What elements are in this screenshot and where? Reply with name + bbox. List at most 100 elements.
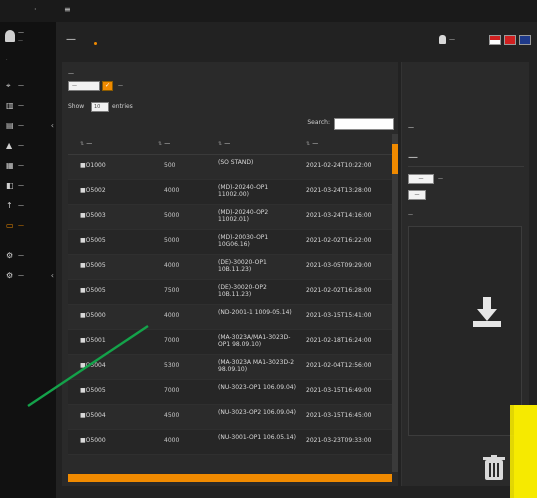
cell-modified: 2021-03-15T16:45:00 [306, 412, 372, 419]
table-scrollbar[interactable] [392, 134, 398, 472]
cell-content: (MD)-20030-OP1 10G06.16) [218, 234, 269, 248]
sidebar-item-6[interactable]: ↑ — [0, 196, 56, 216]
nav-group-label-primary: · [6, 57, 8, 63]
cell-name: ■O5000 [80, 312, 106, 319]
download-icon [473, 297, 501, 327]
report-icon: ▦ [6, 161, 14, 170]
table-row[interactable]: ■O5005 5000 (MD)-20030-OP1 10G06.16) 202… [68, 230, 392, 255]
sidebar: — — · · ⌖ — ▥ — ▤ — ‹ ▲ — ▦ — ◧ — ↑ — ▭ … [0, 22, 56, 498]
scroll-thumb[interactable] [68, 474, 392, 482]
sidebar-item-8[interactable]: ⚙ — [0, 246, 56, 266]
dropzone[interactable] [408, 226, 522, 436]
cell-content: (MD)-20240-OP2 11002.01) [218, 209, 269, 223]
cell-size: 5000 [164, 237, 180, 244]
table-row[interactable]: ■O5004 5300 (MA-3023A MA1-3023D-2 98.09.… [68, 355, 392, 380]
sidebar-item-0[interactable]: ⌖ — [0, 76, 56, 96]
table-row[interactable]: ■O1000 500 (SO STAND) 2021-02-24T10:22:0… [68, 155, 392, 180]
entries-suffix: entries [112, 103, 133, 110]
column-header-label: — [86, 140, 93, 147]
chevron-left-icon: ‹ [50, 271, 54, 280]
settings-icon: ⚙ [6, 251, 14, 260]
table-row[interactable]: ■O5002 4000 (MD)-20240-OP1 11002.00) 202… [68, 180, 392, 205]
header-username[interactable]: — [449, 36, 455, 43]
cell-name: ■O5005 [80, 387, 106, 394]
sidebar-item-9[interactable]: ⚙ — ‹ [0, 266, 56, 286]
location-icon: ⌖ [6, 81, 11, 90]
cell-content: (MD)-20240-OP1 11002.00) [218, 184, 269, 198]
sidebar-item-label: — [18, 222, 24, 229]
sidebar-item-1[interactable]: ▥ — [0, 96, 56, 116]
flag-icon[interactable] [519, 35, 531, 45]
search-input[interactable] [334, 118, 394, 130]
sidebar-item-label: — [18, 102, 24, 109]
dropzone-label: — [408, 212, 413, 218]
column-header-modified[interactable]: ⇅ — [306, 140, 318, 147]
user-icon[interactable] [439, 35, 446, 44]
sidebar-item-5[interactable]: ◧ — [0, 176, 56, 196]
sort-icon: ⇅ [306, 141, 311, 147]
cell-name: ■O5004 [80, 412, 106, 419]
cell-size: 4000 [164, 312, 180, 319]
cell-modified: 2021-02-18T16:24:00 [306, 337, 372, 344]
column-header-label: — [164, 140, 171, 147]
table-row[interactable]: ■O5005 7500 (DE)-30020-OP2 10B.11.23) 20… [68, 280, 392, 305]
cell-modified: 2021-02-24T10:22:00 [306, 162, 372, 169]
cell-content: (NU-3001-OP1 106.05.14) [218, 434, 296, 441]
cell-size: 7000 [164, 337, 180, 344]
cell-content: (NU-3023-OP1 106.09.04) [218, 384, 296, 391]
yellow-marker [514, 405, 537, 498]
cell-size: 7500 [164, 287, 180, 294]
cell-content: (MA-3023A MA1-3023D-2 98.09.10) [218, 359, 295, 373]
filter-confirm-button[interactable]: ✓ [102, 81, 113, 91]
scroll-thumb[interactable] [392, 144, 398, 174]
column-header-content[interactable]: ⇅ — [218, 140, 230, 147]
table-row[interactable]: ■O5000 4000 (NU-3001-OP1 106.05.14) 2021… [68, 430, 392, 455]
user-avatar-icon [5, 30, 15, 42]
table-row[interactable]: ■O5001 7000 (MA-3023A/MA1-3023D-OP1 98.0… [68, 330, 392, 355]
filter-select[interactable]: — [68, 81, 100, 91]
management-icon: ⚙ [6, 271, 14, 280]
cell-name: ■O5004 [80, 362, 106, 369]
flag-icon[interactable] [504, 35, 516, 45]
upload-icon: ↑ [6, 201, 13, 210]
sidebar-nav: ⌖ — ▥ — ▤ — ‹ ▲ — ▦ — ◧ — ↑ — ▭ — ⚙ — ⚙ … [0, 76, 56, 286]
column-header-name[interactable]: ⇅ — [80, 140, 92, 147]
choose-file-button[interactable]: — [408, 174, 434, 184]
table-row[interactable]: ■O5003 5000 (MD)-20240-OP2 11002.01) 202… [68, 205, 392, 230]
menu-toggle-icon[interactable]: ≡ [64, 5, 71, 14]
trash-icon[interactable] [482, 454, 506, 482]
sort-icon: ⇅ [218, 141, 223, 147]
upload-button[interactable]: — [408, 190, 426, 200]
table-horizontal-scrollbar[interactable] [68, 474, 392, 482]
flag-icon[interactable] [489, 35, 501, 45]
cell-size: 500 [164, 162, 176, 169]
table-row[interactable]: ■O5000 4000 (ND-2001-1 1009-05.14) 2021-… [68, 305, 392, 330]
show-entries: Show 10 entries [68, 102, 188, 114]
app-logo: · [34, 5, 37, 14]
entries-select[interactable]: 10 [91, 102, 109, 112]
cell-name: ■O5000 [80, 437, 106, 444]
cell-modified: 2021-03-05T09:29:00 [306, 262, 372, 269]
sort-icon: ⇅ [80, 141, 85, 147]
sidebar-item-4[interactable]: ▦ — [0, 156, 56, 176]
alert-icon: ▲ [6, 141, 13, 150]
filter-status-text: — [118, 83, 123, 89]
column-header-label: — [312, 140, 319, 147]
sidebar-item-label: — [18, 182, 24, 189]
cell-modified: 2021-03-24T13:28:00 [306, 187, 372, 194]
chart-icon: ▥ [6, 101, 14, 110]
table-row[interactable]: ■O5005 4000 (DE)-30020-OP1 10B.11.23) 20… [68, 255, 392, 280]
cell-size: 4000 [164, 437, 180, 444]
cell-size: 4500 [164, 412, 180, 419]
sidebar-item-3[interactable]: ▲ — [0, 136, 56, 156]
cell-modified: 2021-03-15T16:49:00 [306, 387, 372, 394]
sidebar-item-7[interactable]: ▭ — [0, 216, 56, 236]
sidebar-item-2[interactable]: ▤ — ‹ [0, 116, 56, 136]
table-header: ⇅ — ⇅ — ⇅ — ⇅ — [68, 134, 392, 155]
table-row[interactable]: ■O5004 4500 (NU-3023-OP2 106.09.04) 2021… [68, 405, 392, 430]
cell-modified: 2021-02-04T12:56:00 [306, 362, 372, 369]
column-header-size[interactable]: ⇅ — [158, 140, 170, 147]
cell-content: (MA-3023A/MA1-3023D-OP1 98.09.10) [218, 334, 291, 348]
cell-content: (DE)-30020-OP2 10B.11.23) [218, 284, 267, 298]
table-row[interactable]: ■O5005 7000 (NU-3023-OP1 106.09.04) 2021… [68, 380, 392, 405]
